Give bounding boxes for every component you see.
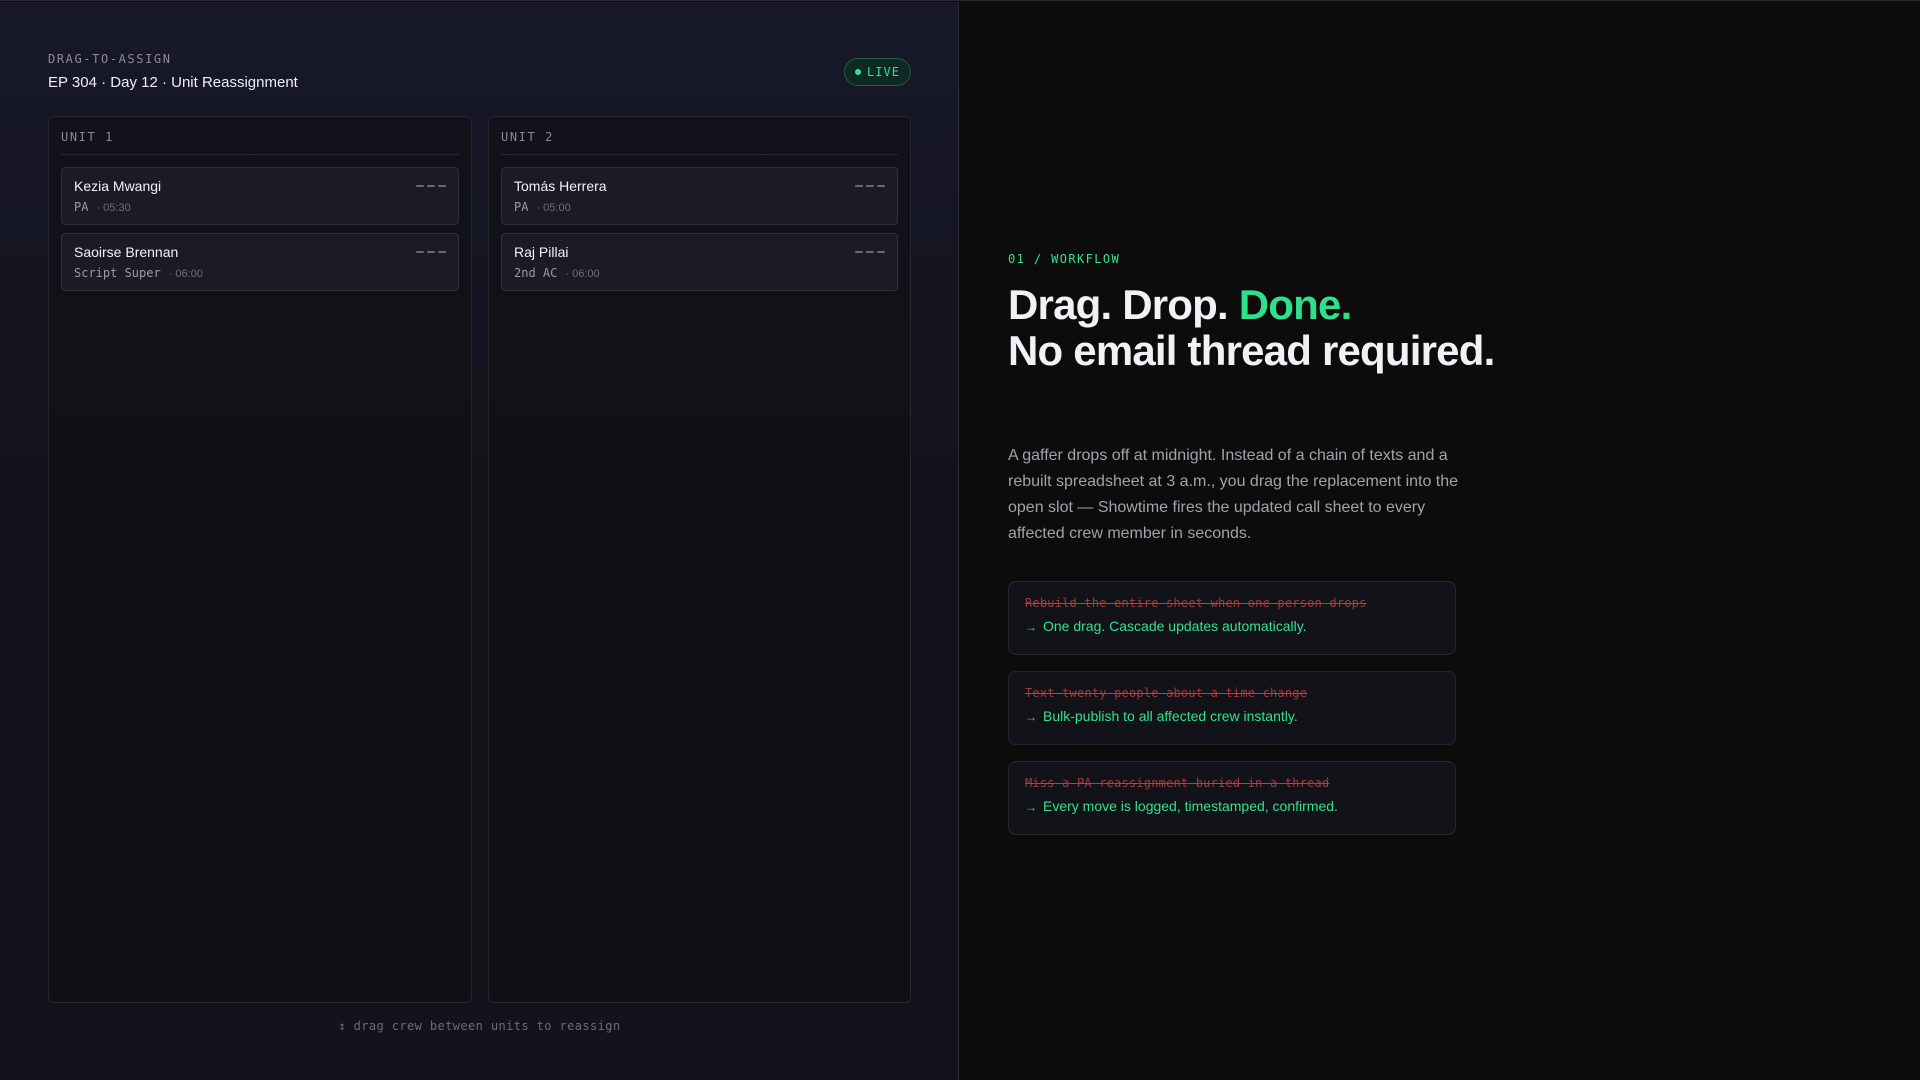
crew-call-time: · 05:00 — [536, 202, 571, 214]
page: DRAG-TO-ASSIGN EP 304 · Day 12 · Unit Re… — [0, 0, 1920, 1080]
crew-card-kezia-mwangi[interactable]: Kezia Mwangi PA · 05:30 — [61, 167, 459, 225]
new-way-row: → Bulk-publish to all affected crew inst… — [1025, 708, 1439, 724]
drag-hint: ↕ drag crew between units to reassign — [338, 1019, 621, 1033]
headline-part-2: No email thread required. — [1008, 327, 1495, 374]
headline-part-1: Drag. Drop. — [1008, 281, 1239, 328]
feature-panel: 01 / WORKFLOW Drag. Drop. Done. No email … — [960, 2, 1920, 1080]
arrow-right-icon: → — [1025, 800, 1037, 814]
new-way-text: Every move is logged, timestamped, confi… — [1043, 798, 1338, 814]
crew-meta: 2nd AC · 06:00 — [514, 266, 885, 280]
unit-column-2[interactable]: UNIT 2 Tomás Herrera PA · 05:00 Raj Pill… — [488, 116, 911, 1003]
crew-card-raj-pillai[interactable]: Raj Pillai 2nd AC · 06:00 — [501, 233, 898, 291]
live-status-badge: LIVE — [844, 58, 911, 86]
arrow-right-icon: → — [1025, 620, 1037, 634]
crew-role: 2nd AC — [514, 266, 558, 280]
new-way-row: → Every move is logged, timestamped, con… — [1025, 798, 1439, 814]
new-way-text: One drag. Cascade updates automatically. — [1043, 618, 1307, 634]
crew-call-time: · 06:00 — [168, 268, 203, 280]
crew-role: Script Super — [74, 266, 161, 280]
unit-label: UNIT 2 — [501, 117, 898, 155]
new-way-text: Bulk-publish to all affected crew instan… — [1043, 708, 1298, 724]
crew-call-time: · 06:00 — [565, 268, 600, 280]
unit-2-crew-list: Tomás Herrera PA · 05:00 Raj Pillai 2nd … — [489, 155, 910, 291]
crew-meta: PA · 05:30 — [74, 200, 446, 214]
old-way-text: Text twenty people about a time change — [1025, 686, 1308, 700]
crew-meta: PA · 05:00 — [514, 200, 885, 214]
feature-headline: Drag. Drop. Done. No email thread require… — [1008, 282, 1568, 374]
old-way-text: Miss a PA reassignment buried in a threa… — [1025, 776, 1330, 790]
live-dot-icon — [855, 69, 862, 75]
old-way-text: Rebuild the entire sheet when one person… — [1025, 596, 1367, 610]
headline-accent: Done. — [1238, 281, 1352, 328]
drag-handle-icon[interactable] — [855, 251, 885, 253]
live-status-label: LIVE — [867, 65, 900, 79]
comparison-card: Text twenty people about a time change →… — [1008, 671, 1456, 745]
board-eyebrow: DRAG-TO-ASSIGN — [48, 52, 172, 66]
feature-description: A gaffer drops off at midnight. Instead … — [1008, 447, 1459, 542]
new-way-row: → One drag. Cascade updates automaticall… — [1025, 618, 1439, 634]
crew-role: PA — [74, 200, 89, 214]
unit-1-crew-list: Kezia Mwangi PA · 05:30 Saoirse Brennan … — [49, 155, 471, 291]
crew-call-time: · 05:30 — [96, 202, 131, 214]
crew-card-saoirse-brennan[interactable]: Saoirse Brennan Script Super · 06:00 — [61, 233, 459, 291]
board-title: EP 304 · Day 12 · Unit Reassignment — [48, 74, 298, 91]
comparison-card: Rebuild the entire sheet when one person… — [1008, 581, 1456, 655]
unit-column-1[interactable]: UNIT 1 Kezia Mwangi PA · 05:30 Saoirse B… — [48, 116, 472, 1003]
assignment-board: DRAG-TO-ASSIGN EP 304 · Day 12 · Unit Re… — [0, 2, 959, 1080]
drag-handle-icon[interactable] — [416, 251, 446, 253]
crew-meta: Script Super · 06:00 — [74, 266, 446, 280]
crew-name: Tomás Herrera — [514, 178, 607, 194]
arrow-right-icon: → — [1025, 710, 1037, 724]
crew-card-tomas-herrera[interactable]: Tomás Herrera PA · 05:00 — [501, 167, 898, 225]
unit-label: UNIT 1 — [61, 117, 459, 155]
crew-name: Kezia Mwangi — [74, 178, 162, 194]
comparison-card: Miss a PA reassignment buried in a threa… — [1008, 761, 1456, 835]
crew-name: Saoirse Brennan — [74, 244, 179, 260]
crew-role: PA — [514, 200, 529, 214]
feature-eyebrow: 01 / WORKFLOW — [1008, 252, 1121, 266]
drag-handle-icon[interactable] — [855, 185, 885, 187]
drag-handle-icon[interactable] — [416, 185, 446, 187]
crew-name: Raj Pillai — [514, 244, 569, 260]
